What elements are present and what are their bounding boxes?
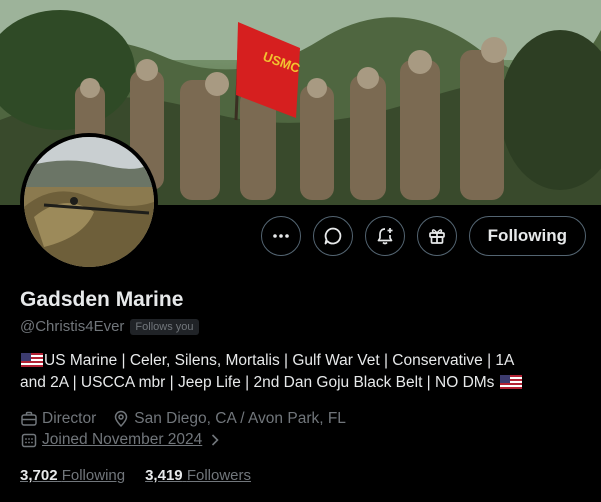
more-icon <box>272 234 289 238</box>
subscribe-button[interactable] <box>416 216 457 256</box>
briefcase-icon <box>21 411 37 426</box>
message-icon <box>324 227 341 245</box>
followers-link[interactable]: 3,419 Followers <box>145 467 251 484</box>
bio: US Marine | Celer, Silens, Mortalis | Gu… <box>20 350 585 394</box>
joined-date[interactable]: Joined November 2024 <box>42 431 202 449</box>
handle-row: @Christis4Ever Follows you <box>20 318 199 335</box>
username: @Christis4Ever <box>20 318 125 335</box>
message-button[interactable] <box>312 216 353 256</box>
calendar-icon <box>21 433 37 448</box>
occupation: Director <box>42 410 97 427</box>
us-flag-icon <box>21 353 43 367</box>
bio-line-1: US Marine | Celer, Silens, Mortalis | Gu… <box>44 352 515 369</box>
location: San Diego, CA / Avon Park, FL <box>134 410 346 427</box>
following-label: Following <box>61 467 126 484</box>
following-link[interactable]: 3,702 Following <box>20 467 125 484</box>
followers-label: Followers <box>186 467 251 484</box>
follows-you-badge: Follows you <box>130 318 199 335</box>
joined-row[interactable]: Joined November 2024 <box>20 431 224 449</box>
following-button[interactable]: Following <box>468 216 586 256</box>
bell-plus-icon <box>377 228 393 245</box>
followers-count: 3,419 <box>145 467 183 484</box>
location-icon <box>115 410 128 428</box>
display-name: Gadsden Marine <box>20 288 184 311</box>
following-count: 3,702 <box>20 467 58 484</box>
chevron-right-icon <box>212 434 219 446</box>
avatar[interactable] <box>20 133 158 271</box>
notifications-button[interactable] <box>364 216 405 256</box>
follow-stats: 3,702 Following 3,419 Followers <box>20 467 251 484</box>
profile-actions: Following <box>260 216 586 256</box>
us-flag-icon <box>499 375 522 389</box>
profile-meta: Director San Diego, CA / Avon Park, FL <box>20 410 346 428</box>
gift-icon <box>428 229 445 244</box>
more-button[interactable] <box>260 216 301 256</box>
bio-line-2: and 2A | USCCA mbr | Jeep Life | 2nd Dan… <box>20 374 495 391</box>
avatar-image <box>24 137 154 267</box>
